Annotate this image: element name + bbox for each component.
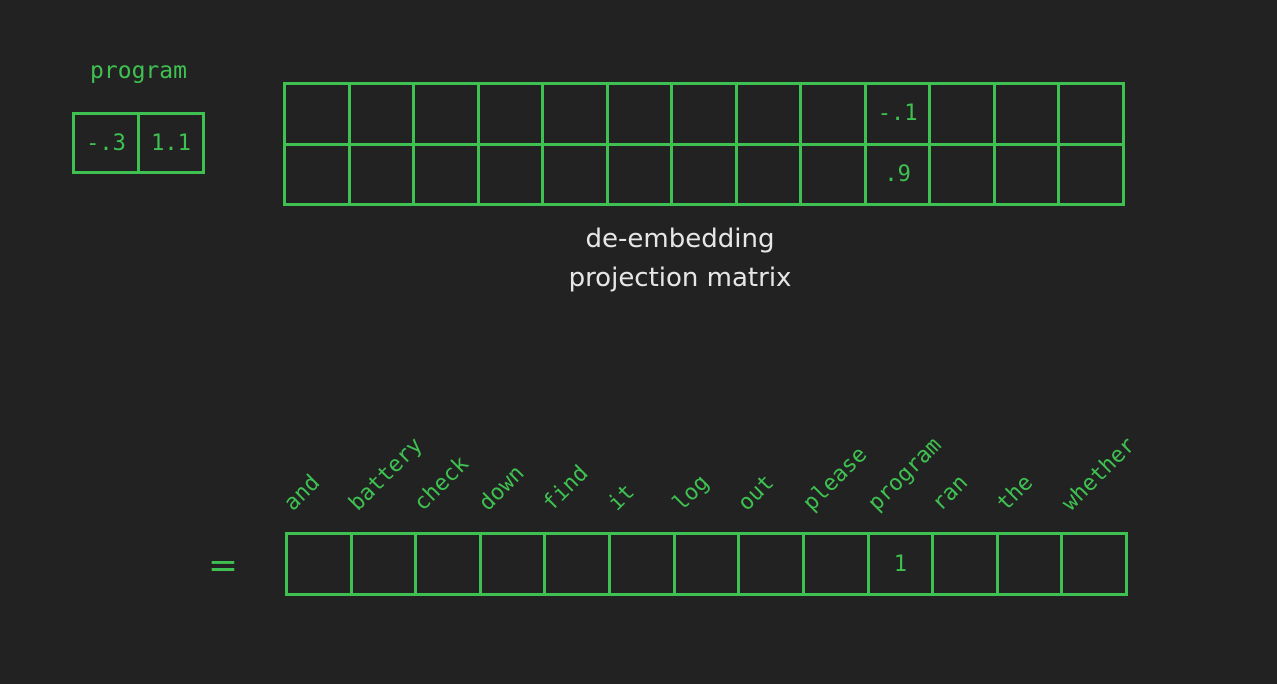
matrix-caption: de-embedding projection matrix <box>480 220 880 298</box>
matrix-cell <box>286 145 348 203</box>
matrix-cell <box>802 145 864 203</box>
output-vector-cell <box>804 535 867 593</box>
vocab-word: down <box>473 460 529 516</box>
input-vector-label: program <box>90 58 187 84</box>
matrix-cell <box>415 85 477 143</box>
matrix-cell <box>608 145 671 203</box>
matrix-cell <box>544 145 606 203</box>
output-vector: 1 <box>285 532 1128 596</box>
matrix-cell <box>286 85 348 143</box>
vocab-word: please <box>798 442 872 516</box>
output-vector-cell: 1 <box>869 535 932 593</box>
output-vector-cell <box>740 535 802 593</box>
vocab-word: the <box>992 470 1039 516</box>
matrix-cell <box>673 85 735 143</box>
output-vector-cell <box>352 535 415 593</box>
matrix-cell <box>1060 145 1122 203</box>
output-vector-cell <box>546 535 609 593</box>
matrix-cell <box>479 145 542 203</box>
matrix-caption-line2: projection matrix <box>568 263 792 293</box>
matrix-cell <box>802 85 864 143</box>
vocab-word: out <box>733 470 780 516</box>
matrix-cell <box>350 85 413 143</box>
output-vector-cell <box>675 535 738 593</box>
matrix-cell <box>1060 85 1122 143</box>
matrix-cell <box>737 145 800 203</box>
matrix-cell <box>544 85 606 143</box>
output-vector-cell <box>481 535 544 593</box>
equals-sign: = <box>207 545 239 586</box>
vocab-word: log <box>668 470 715 516</box>
matrix-cell <box>673 145 735 203</box>
matrix-cell <box>479 85 542 143</box>
output-vector-cell <box>288 535 350 593</box>
matrix-cell <box>931 85 993 143</box>
output-vector-cell <box>934 535 996 593</box>
vocab-word: it <box>603 479 640 516</box>
input-vector-cell: 1.1 <box>140 115 202 171</box>
output-vector-cell <box>1063 535 1125 593</box>
projection-matrix: -.1.9 <box>283 82 1125 206</box>
input-vector-cell: -.3 <box>75 115 137 171</box>
vocab-word: check <box>409 451 474 516</box>
vocab-word: whether <box>1057 432 1141 516</box>
matrix-cell <box>995 145 1058 203</box>
matrix-cell <box>737 85 800 143</box>
matrix-cell <box>931 145 993 203</box>
matrix-cell: -.1 <box>866 85 929 143</box>
matrix-caption-line1: de-embedding <box>585 224 775 254</box>
vocab-word: and <box>279 470 326 516</box>
input-vector: -.3 1.1 <box>72 112 205 174</box>
output-vector-cell <box>611 535 673 593</box>
matrix-cell <box>350 145 413 203</box>
matrix-cell <box>608 85 671 143</box>
matrix-cell <box>995 85 1058 143</box>
vocab-word: ran <box>927 470 974 516</box>
matrix-cell: .9 <box>866 145 929 203</box>
vocab-word: find <box>538 460 594 516</box>
output-vector-cell <box>417 535 479 593</box>
output-vector-cell <box>998 535 1061 593</box>
matrix-cell <box>415 145 477 203</box>
